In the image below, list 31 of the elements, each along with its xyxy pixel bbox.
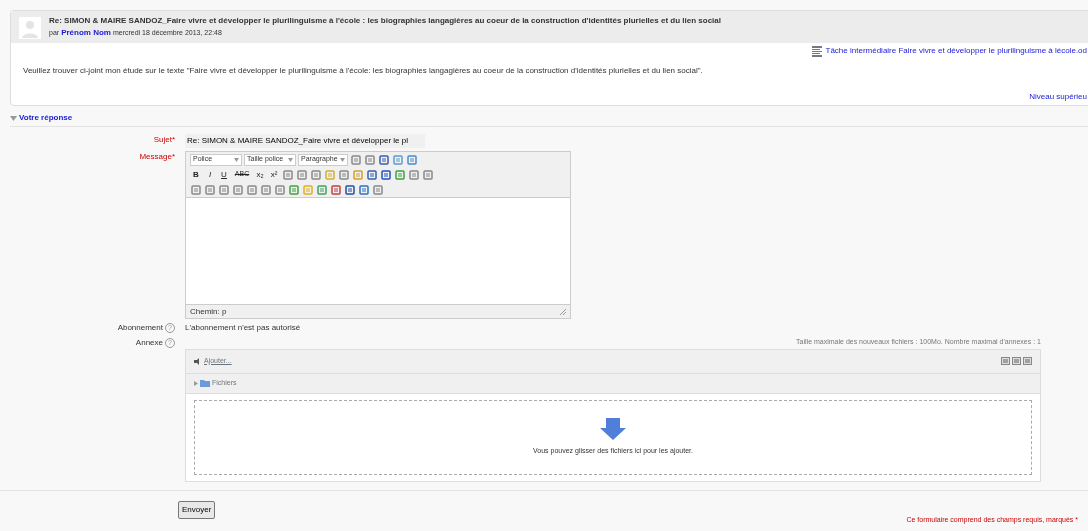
caret-icon [288,157,293,162]
field-label: Annexe [135,338,163,347]
field-label: Message [139,152,172,161]
down-arrow-icon [600,417,626,440]
format-button[interactable]: x² [268,168,280,181]
field-label: Sujet [153,135,172,144]
subscription-text: L'abonnement n'est pas autorisé [185,323,301,332]
subject-input[interactable]: Re: SIMON & MAIRE SANDOZ_Faire vivre et développer le pl [185,134,425,148]
editor-path: Chemin: p [190,305,227,318]
author-link[interactable]: Prénom Nom [61,27,111,39]
post-subject: Re: SIMON & MAIRE SANDOZ_Faire vivre et développer le plurilinguisme à l'école : les biographies langagières au coeur de la construction d'identités plurielles et du lien social [49,15,721,27]
expand-arrow-icon [194,380,198,386]
format-button[interactable]: x₂ [254,168,266,181]
avatar-icon [19,17,41,39]
section-toggle[interactable]: Votre réponse [19,112,73,124]
format-button[interactable]: B [190,168,202,181]
caret-icon [234,157,239,162]
folder-icon [200,379,210,387]
submit-button[interactable]: Envoyer [178,500,216,519]
parent-link[interactable]: Niveau supérieu [1029,91,1087,103]
caret-icon [340,157,345,162]
editor-area[interactable] [186,197,570,305]
attachment-link[interactable]: Tâche intermédiaire Faire vivre et développer le plurilinguisme à lécole.od [825,45,1087,57]
field-label: Abonnement [117,323,163,332]
resize-grip-icon [560,308,566,315]
required-mark: * [171,152,175,161]
post-message: Veuillez trouver ci-joint mon étude sur le texte "Faire vivre et développer le plurilinguisme à l'école: les biographies langagières au coeur de la construction d'identités plurielles et du lien social". [23,65,704,77]
document-icon [811,45,822,57]
format-button[interactable]: I [204,168,216,181]
speaker-icon [194,357,202,365]
format-button[interactable]: U [218,168,230,181]
